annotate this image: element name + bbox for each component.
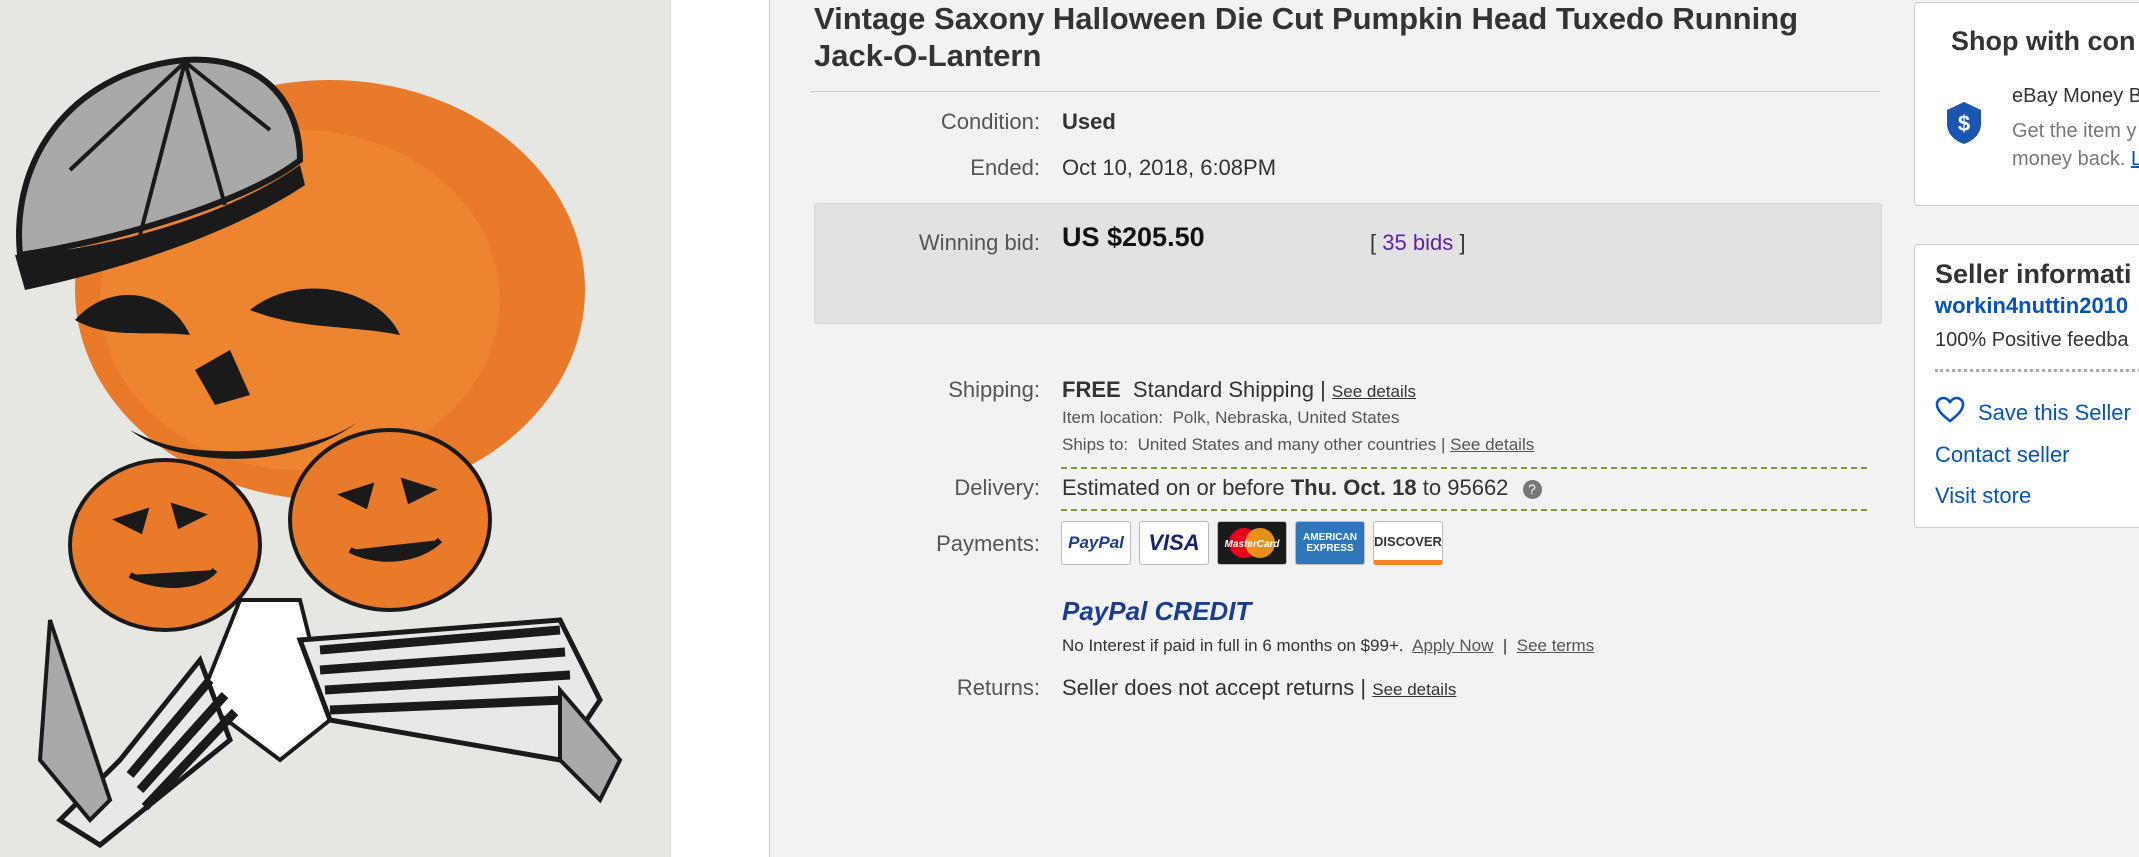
delivery-zip[interactable]: 95662 bbox=[1447, 475, 1508, 500]
title-divider bbox=[810, 91, 1880, 92]
money-back-shield-icon: $ bbox=[1947, 102, 1981, 144]
listing-title: Vintage Saxony Halloween Die Cut Pumpkin… bbox=[814, 1, 1799, 73]
seller-information-card: Seller informati workin4nuttin2010 100% … bbox=[1914, 244, 2139, 528]
separator: | bbox=[1440, 435, 1446, 454]
save-seller-link[interactable]: Save this Seller bbox=[1978, 400, 2131, 426]
image-gallery-gutter bbox=[670, 0, 770, 857]
delivery-to: to bbox=[1422, 475, 1442, 500]
delivery-border-bottom bbox=[1061, 509, 1867, 511]
shipping-label: Shipping: bbox=[948, 377, 1040, 402]
shipping-see-details-link[interactable]: See details bbox=[1332, 382, 1416, 401]
paypal-credit-text: No Interest if paid in full in 6 months … bbox=[1062, 636, 1594, 656]
contact-seller-link[interactable]: Contact seller bbox=[1935, 442, 2070, 468]
help-icon[interactable]: ? bbox=[1522, 479, 1542, 499]
ships-to: Ships to: United States and many other c… bbox=[1062, 435, 1534, 455]
separator: | bbox=[1320, 377, 1326, 402]
delivery-border-top bbox=[1061, 467, 1867, 469]
ships-to-label: Ships to: bbox=[1062, 435, 1129, 454]
svg-text:MasterCard: MasterCard bbox=[1224, 539, 1280, 550]
bid-history: [ 35 bids ] bbox=[1370, 230, 1465, 256]
paypal-credit-logo-a: PayPal bbox=[1062, 596, 1148, 626]
item-location-value: Polk, Nebraska, United States bbox=[1172, 408, 1400, 427]
mastercard-circles-icon: MasterCard bbox=[1224, 528, 1280, 558]
seller-username-link[interactable]: workin4nuttin2010 bbox=[1935, 293, 2128, 319]
credit-terms-text: No Interest if paid in full in 6 months … bbox=[1062, 636, 1404, 655]
delivery-date: Thu. Oct. 18 bbox=[1290, 475, 1417, 500]
paypal-credit-logo: PayPal CREDIT bbox=[1062, 596, 1251, 627]
ships-to-value: United States and many other countries bbox=[1137, 435, 1437, 454]
ended-time: , 6:08PM bbox=[1187, 155, 1277, 180]
heart-icon[interactable] bbox=[1935, 396, 1965, 423]
jack-o-lantern-illustration bbox=[0, 0, 670, 857]
seller-info-title: Seller informati bbox=[1935, 259, 2132, 289]
mastercard-logo-icon: MasterCard bbox=[1217, 521, 1287, 565]
payments-label: Payments: bbox=[936, 531, 1040, 556]
delivery-value: Estimated on or before Thu. Oct. 18 to 9… bbox=[1062, 475, 1542, 501]
shipping-free: FREE bbox=[1062, 377, 1121, 402]
paypal-credit-logo-b: CREDIT bbox=[1154, 596, 1252, 626]
money-back-line2: money back. L bbox=[2012, 148, 2139, 171]
visa-logo-icon: VISA bbox=[1139, 521, 1209, 565]
listing-details: Vintage Saxony Halloween Die Cut Pumpkin… bbox=[810, 0, 1882, 857]
shop-confidence-title: Shop with con bbox=[1951, 26, 2136, 56]
apply-now-link[interactable]: Apply Now bbox=[1412, 636, 1493, 655]
seller-divider bbox=[1935, 369, 2139, 372]
paypal-logo-icon: PayPal bbox=[1061, 521, 1131, 565]
delivery-prefix: Estimated on or before bbox=[1062, 475, 1285, 500]
seller-feedback: 100% Positive feedba bbox=[1935, 329, 2129, 351]
bids-bracket-close: ] bbox=[1459, 230, 1466, 255]
returns-label: Returns: bbox=[956, 675, 1040, 700]
returns-see-details-link[interactable]: See details bbox=[1372, 680, 1456, 699]
returns-policy: Seller does not accept returns bbox=[1062, 675, 1355, 700]
ships-to-see-details-link[interactable]: See details bbox=[1450, 435, 1534, 454]
winning-bid-label: Winning bid: bbox=[918, 230, 1040, 255]
amex-logo-icon: AMERICAN EXPRESS bbox=[1295, 521, 1365, 565]
returns-value: Seller does not accept returns | See det… bbox=[1062, 675, 1456, 701]
winning-bid-value: US $205.50 bbox=[1062, 222, 1205, 252]
see-terms-link[interactable]: See terms bbox=[1517, 636, 1594, 655]
shop-with-confidence-card: Shop with con $ eBay Money B Get the ite… bbox=[1914, 2, 2139, 206]
ended-label: Ended: bbox=[970, 155, 1040, 180]
separator: | bbox=[1502, 636, 1508, 655]
product-image[interactable] bbox=[0, 0, 670, 857]
money-back-line2-text: money back. bbox=[2012, 148, 2126, 170]
learn-more-link[interactable]: L bbox=[2131, 148, 2139, 170]
money-back-line1: Get the item y bbox=[2012, 120, 2137, 142]
condition-label: Condition: bbox=[940, 109, 1040, 134]
delivery-label: Delivery: bbox=[954, 475, 1040, 500]
bids-count-link[interactable]: 35 bids bbox=[1382, 230, 1453, 255]
shipping-value: FREE Standard Shipping | See details bbox=[1062, 377, 1416, 403]
winning-bid-panel bbox=[814, 203, 1882, 324]
shipping-method: Standard Shipping bbox=[1132, 377, 1314, 402]
condition-value: Used bbox=[1062, 109, 1116, 134]
item-location: Item location: Polk, Nebraska, United St… bbox=[1062, 408, 1399, 428]
ended-date: Oct 10, 2018 bbox=[1062, 155, 1188, 180]
discover-logo-icon: DISCOVER bbox=[1373, 521, 1443, 565]
money-back-title: eBay Money B bbox=[2012, 85, 2139, 107]
visit-store-link[interactable]: Visit store bbox=[1935, 483, 2031, 509]
separator: | bbox=[1360, 675, 1367, 700]
bids-bracket-open: [ bbox=[1370, 230, 1377, 255]
item-location-label: Item location: bbox=[1062, 408, 1164, 427]
svg-text:$: $ bbox=[1958, 111, 1970, 136]
ended-value: Oct 10, 2018, 6:08PM bbox=[1062, 155, 1276, 181]
